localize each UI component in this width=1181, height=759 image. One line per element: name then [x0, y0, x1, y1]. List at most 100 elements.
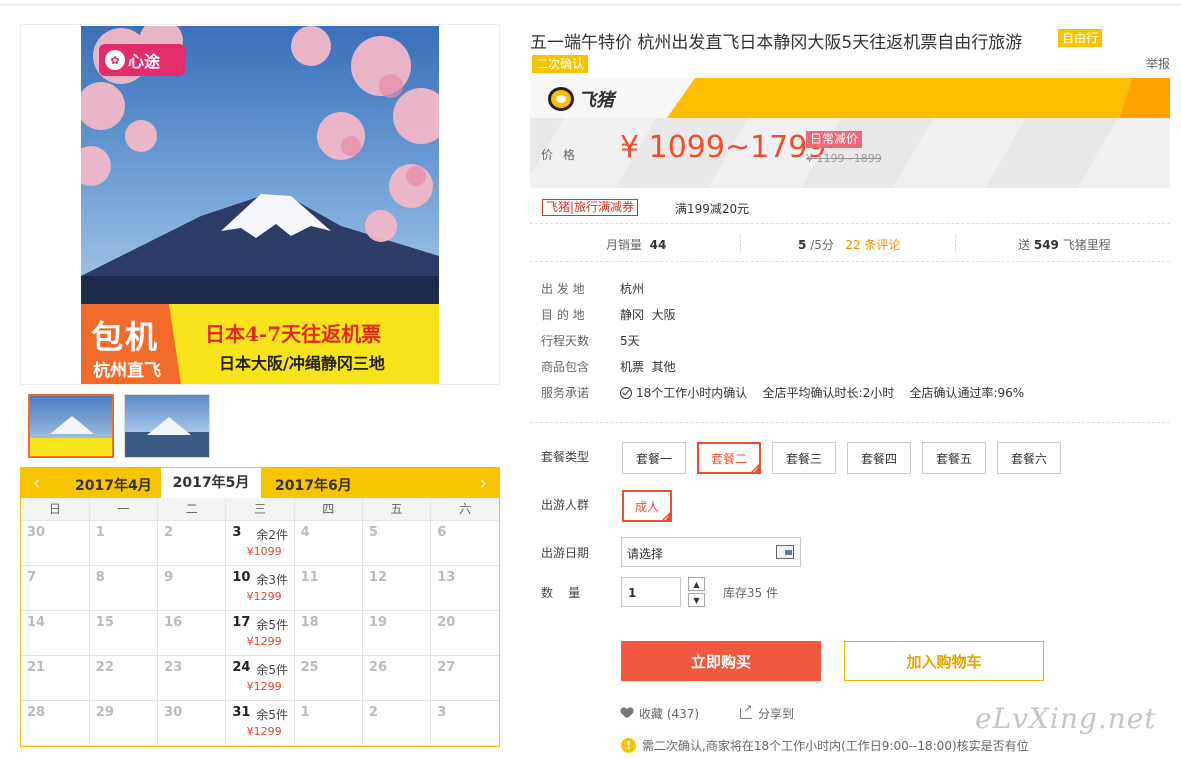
calendar-day: 9 [157, 565, 227, 611]
miles-prefix: 送 [1018, 238, 1031, 252]
quantity-increase-button[interactable]: ▲ [688, 577, 705, 591]
report-link[interactable]: 举报 [1146, 55, 1170, 72]
calendar-day: 30 [21, 520, 90, 566]
calendar-next-arrow-icon[interactable]: › [480, 473, 487, 494]
main-product-image[interactable]: ✿ 心途 包机 杭州直飞 日本4-7天往返机票 日本大阪/冲绳静冈三地 [81, 26, 439, 384]
coupon-text: 满199减20元 [675, 202, 750, 216]
share-link[interactable]: 分享到 [740, 702, 795, 722]
calendar-day: 21 [21, 655, 90, 701]
confirm-notice: ! 需二次确认,商家将在18个工作小时内(工作日9:00--18:00)核实是否… [621, 737, 1029, 754]
calendar-weekday-row: 日一二三四五六 [21, 498, 499, 521]
package-option-3[interactable]: 套餐三 [772, 442, 836, 474]
calendar-day: 27 [430, 655, 499, 701]
add-to-cart-button[interactable]: 加入购物车 [844, 641, 1044, 681]
calendar-day-available[interactable]: 10 余3件 ¥1299 [225, 565, 295, 611]
fliggy-logo: 飞猪 [548, 86, 614, 112]
thumbnail-2[interactable] [124, 394, 210, 458]
day-number: 17 [232, 614, 251, 630]
banner-line1: 日本4-7天往返机票 [205, 322, 382, 346]
thumbnail-list [28, 394, 210, 458]
calendar-month-current[interactable]: 2017年5月 [161, 468, 261, 498]
thumbnail-1[interactable] [28, 394, 114, 458]
package-option-4[interactable]: 套餐四 [847, 442, 911, 474]
notice-text: 需二次确认,商家将在18个工作小时内(工作日9:00--18:00)核实是否有位 [642, 739, 1029, 753]
rating-unit: /5分 [810, 238, 834, 252]
calendar-day: 23 [157, 655, 227, 701]
quantity-decrease-button[interactable]: ▼ [688, 593, 705, 607]
calendar-day: 20 [430, 610, 499, 656]
price-label: 价格 [541, 148, 586, 162]
calendar-month-prev[interactable]: 2017年4月 [75, 475, 152, 495]
day-number: 1 [95, 524, 105, 540]
stats-separator [955, 235, 956, 251]
calendar-day: 1 [89, 520, 159, 566]
stats-row: 月销量 44 5 /5分 22 条评论 送 549 飞猪里程 [530, 226, 1170, 262]
calendar-week-row: 21 22 23 24 余5件 ¥1299 25 26 27 [21, 655, 499, 701]
section-divider [530, 422, 1170, 423]
calendar-icon[interactable] [776, 545, 794, 559]
day-number: 3 [232, 524, 242, 540]
info-value: 5天 [620, 334, 640, 348]
info-value: 静冈 大阪 [620, 308, 676, 322]
info-label: 目 的 地 [541, 308, 585, 322]
calendar-day-available[interactable]: 17 余5件 ¥1299 [225, 610, 295, 656]
day-number: 24 [232, 659, 251, 675]
warning-icon: ! [621, 738, 636, 753]
package-option-6[interactable]: 套餐六 [997, 442, 1061, 474]
calendar-day: 7 [21, 565, 90, 611]
thumb-mountain-icon [147, 417, 191, 435]
share-text: 分享到 [758, 707, 795, 721]
rating-score: 5 [798, 238, 807, 252]
buy-now-button[interactable]: 立即购买 [621, 641, 821, 681]
calendar-prev-arrow-icon[interactable]: ‹ [33, 473, 40, 494]
calendar-day: 12 [362, 565, 432, 611]
package-option-1[interactable]: 套餐一 [622, 442, 686, 474]
calendar-month-next[interactable]: 2017年6月 [275, 475, 352, 495]
rating: 5 /5分 22 条评论 [798, 236, 900, 253]
info-row-includes: 商品包含 机票 其他 [530, 352, 1170, 378]
day-stock: 余2件 [256, 527, 288, 542]
day-number: 12 [368, 569, 387, 585]
group-option-adult[interactable]: 成人 [622, 490, 672, 523]
info-list: 出 发 地 杭州 目 的 地 静冈 大阪 行程天数 5天 商品包含 机票 其他 … [530, 274, 1170, 404]
info-value: 18个工作小时内确认 全店平均确认时长:2小时 全店确认通过率:96% [620, 384, 1024, 401]
miles: 送 549 飞猪里程 [1018, 236, 1111, 253]
departure-calendar: ‹ 2017年4月 2017年5月 2017年6月 › 日一二三四五六 30 1 2… [20, 467, 500, 747]
coupon-tag[interactable]: 飞猪|旅行满减券 [542, 199, 639, 216]
day-number: 30 [27, 524, 46, 540]
group-label: 出游人群 [541, 498, 590, 512]
date-label: 出游日期 [541, 546, 590, 560]
reviews-link[interactable]: 22 条评论 [845, 238, 900, 252]
calendar-day: 6 [430, 520, 499, 566]
calendar-day-available[interactable]: 3 余2件 ¥1099 [225, 520, 295, 566]
calendar-day: 30 [157, 700, 227, 746]
day-stock: 余5件 [256, 662, 288, 677]
calendar-day: 11 [294, 565, 363, 611]
favorite-link[interactable]: 收藏 (437) [621, 705, 699, 722]
day-number: 13 [437, 569, 456, 585]
calendar-day: 8 [89, 565, 159, 611]
day-number: 10 [232, 569, 251, 585]
day-number: 1 [300, 704, 310, 720]
coupon-row: 飞猪|旅行满减券 满199减20元 [530, 196, 1170, 224]
day-price: ¥1299 [246, 724, 282, 738]
calendar-day: 2 [362, 700, 432, 746]
calendar-day: 25 [294, 655, 363, 701]
service-text: 18个工作小时内确认 全店平均确认时长:2小时 全店确认通过率:96% [636, 386, 1025, 400]
quantity-input[interactable]: 1 [621, 577, 681, 607]
day-number: 20 [437, 614, 456, 630]
calendar-day-available[interactable]: 24 余5件 ¥1299 [225, 655, 295, 701]
date-picker-input[interactable]: 请选择 [621, 537, 801, 567]
day-number: 27 [437, 659, 456, 675]
calendar-day: 26 [362, 655, 432, 701]
day-number: 2 [164, 524, 174, 540]
calendar-day: 15 [89, 610, 159, 656]
package-option-5[interactable]: 套餐五 [922, 442, 986, 474]
day-number: 11 [300, 569, 319, 585]
price-original: ¥ 1199~1899 [806, 152, 882, 165]
package-option-2[interactable]: 套餐二 [697, 442, 761, 475]
calendar-day-available[interactable]: 31 余5件 ¥1299 [225, 700, 295, 746]
weekday-header: 五 [362, 498, 432, 521]
day-number: 6 [437, 524, 447, 540]
top-divider [0, 4, 1181, 5]
